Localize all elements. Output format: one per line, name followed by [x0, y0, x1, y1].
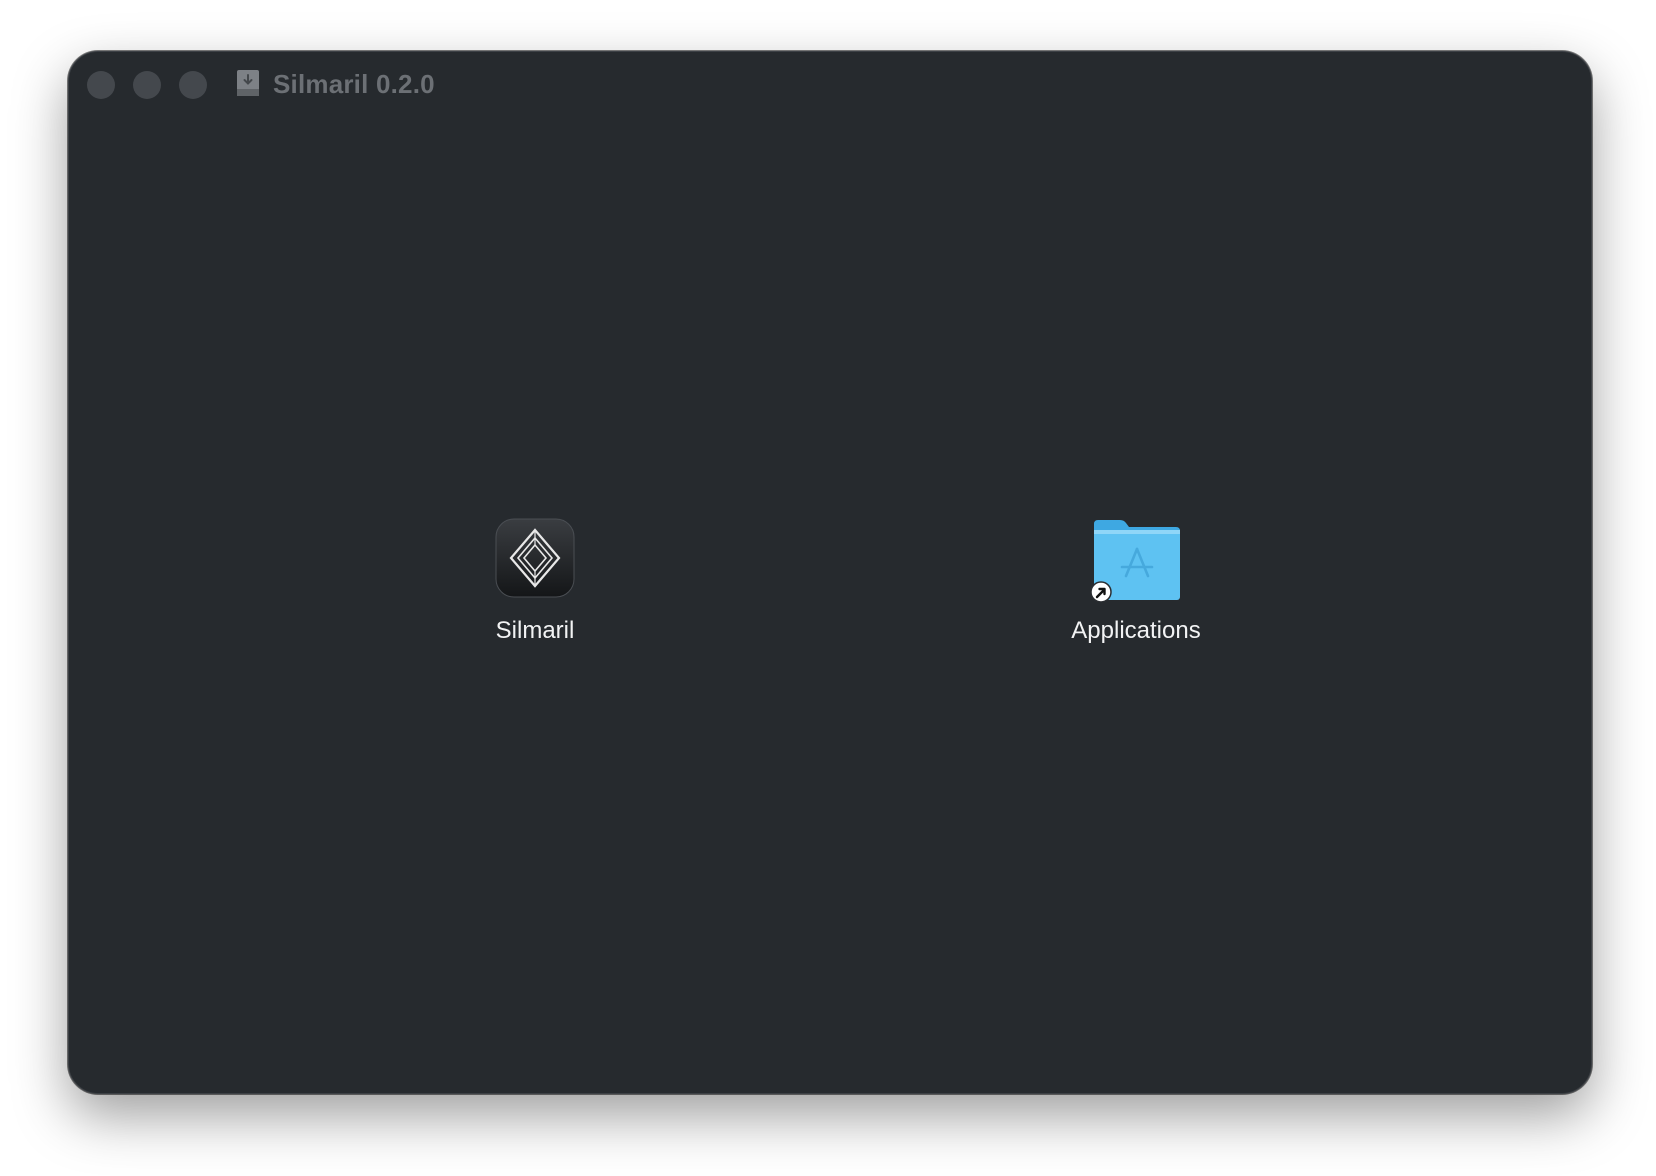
title-bar[interactable]: Silmaril 0.2.0	[69, 52, 1591, 118]
disk-image-icon	[237, 70, 259, 96]
applications-alias-item[interactable]: Applications	[1016, 518, 1256, 646]
zoom-button[interactable]	[179, 71, 207, 99]
dmg-finder-window: Silmaril 0.2.0 Silmaril Applications	[68, 51, 1592, 1094]
silmaril-app-item[interactable]: Silmaril	[415, 518, 655, 646]
silmaril-label: Silmaril	[495, 617, 575, 644]
silmaril-app-icon	[495, 518, 575, 598]
minimize-button[interactable]	[133, 71, 161, 99]
applications-label: Applications	[1071, 617, 1201, 644]
window-title: Silmaril 0.2.0	[273, 69, 435, 99]
applications-folder-alias-icon	[1090, 520, 1180, 602]
close-button[interactable]	[87, 71, 115, 99]
